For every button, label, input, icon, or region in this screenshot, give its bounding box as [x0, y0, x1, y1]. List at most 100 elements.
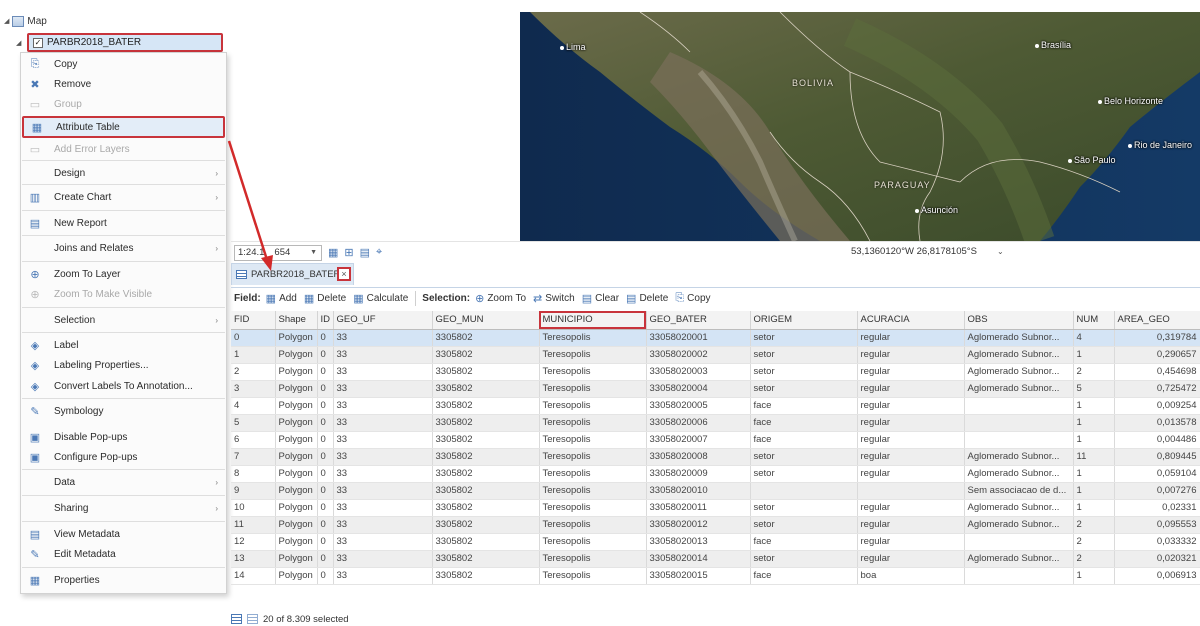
column-header-municipio[interactable]: MUNICIPIO	[539, 311, 647, 330]
table-cell-acuracia[interactable]: regular	[857, 516, 965, 534]
table-cell-acuracia[interactable]	[857, 482, 965, 500]
table-cell-num[interactable]: 2	[1073, 533, 1115, 551]
table-cell-shape[interactable]: Polygon	[275, 533, 318, 551]
table-row[interactable]: 2 Polygon 0 33 3305802 Teresopolis 33058020003…	[231, 363, 1200, 381]
table-cell-shape[interactable]: Polygon	[275, 346, 318, 364]
table-cell-obs[interactable]	[964, 533, 1074, 551]
column-header-origem[interactable]: ORIGEM	[750, 311, 858, 330]
table-cell-fid[interactable]: 2	[231, 363, 276, 381]
table-cell-area-geo[interactable]: 0,006913	[1114, 567, 1200, 585]
menu-item-joins-and-relates[interactable]: Joins and Relates ›	[22, 237, 225, 259]
table-cell-geo-bater[interactable]: 33058020004	[646, 380, 751, 398]
table-cell-acuracia[interactable]: regular	[857, 380, 965, 398]
table-cell-acuracia[interactable]: regular	[857, 346, 965, 364]
table-cell-geo-mun[interactable]: 3305802	[432, 482, 540, 500]
table-cell-municipio[interactable]: Teresopolis	[539, 363, 647, 381]
table-cell-shape[interactable]: Polygon	[275, 380, 318, 398]
table-cell-id[interactable]: 0	[317, 448, 334, 466]
table-cell-fid[interactable]: 0	[231, 329, 276, 347]
table-cell-obs[interactable]	[964, 414, 1074, 432]
table-cell-acuracia[interactable]: regular	[857, 533, 965, 551]
table-cell-geo-bater[interactable]: 33058020013	[646, 533, 751, 551]
table-cell-acuracia[interactable]: regular	[857, 363, 965, 381]
table-cell-geo-mun[interactable]: 3305802	[432, 448, 540, 466]
table-cell-geo-mun[interactable]: 3305802	[432, 431, 540, 449]
table-cell-origem[interactable]: setor	[750, 499, 858, 517]
table-cell-fid[interactable]: 11	[231, 516, 276, 534]
menu-item-new-report[interactable]: ▤ New Report	[22, 212, 225, 234]
snapping-icon[interactable]: ⌖	[376, 246, 382, 259]
table-cell-acuracia[interactable]: regular	[857, 465, 965, 483]
table-cell-shape[interactable]: Polygon	[275, 567, 318, 585]
table-cell-area-geo[interactable]: 0,290657	[1114, 346, 1200, 364]
table-cell-obs[interactable]: Aglomerado Subnor...	[964, 550, 1074, 568]
menu-item-zoom-to-layer[interactable]: ⊕ Zoom To Layer	[22, 263, 225, 285]
close-icon[interactable]: ×	[337, 267, 351, 281]
table-cell-geo-bater[interactable]: 33058020006	[646, 414, 751, 432]
table-cell-fid[interactable]: 14	[231, 567, 276, 585]
table-cell-shape[interactable]: Polygon	[275, 465, 318, 483]
table-cell-fid[interactable]: 7	[231, 448, 276, 466]
table-cell-id[interactable]: 0	[317, 482, 334, 500]
table-cell-shape[interactable]: Polygon	[275, 499, 318, 517]
table-cell-num[interactable]: 2	[1073, 516, 1115, 534]
table-cell-area-geo[interactable]: 0,02331	[1114, 499, 1200, 517]
table-cell-municipio[interactable]: Teresopolis	[539, 380, 647, 398]
table-cell-geo-uf[interactable]: 33	[333, 414, 433, 432]
table-cell-num[interactable]: 1	[1073, 567, 1115, 585]
table-cell-geo-mun[interactable]: 3305802	[432, 550, 540, 568]
map-tree-node[interactable]: ◢ Map	[4, 13, 47, 29]
table-row[interactable]: 11 Polygon 0 33 3305802 Teresopolis 3305802001…	[231, 516, 1200, 534]
table-cell-geo-mun[interactable]: 3305802	[432, 397, 540, 415]
table-cell-municipio[interactable]: Teresopolis	[539, 431, 647, 449]
table-cell-origem[interactable]: face	[750, 567, 858, 585]
table-cell-area-geo[interactable]: 0,809445	[1114, 448, 1200, 466]
table-cell-id[interactable]: 0	[317, 533, 334, 551]
table-cell-municipio[interactable]: Teresopolis	[539, 465, 647, 483]
table-cell-origem[interactable]: face	[750, 414, 858, 432]
table-cell-obs[interactable]: Aglomerado Subnor...	[964, 329, 1074, 347]
copy-selection-button[interactable]: ⎘ Copy	[675, 292, 710, 305]
table-cell-acuracia[interactable]: regular	[857, 499, 965, 517]
table-cell-geo-uf[interactable]: 33	[333, 499, 433, 517]
table-cell-geo-bater[interactable]: 33058020007	[646, 431, 751, 449]
chevron-down-icon[interactable]: ▼	[310, 246, 317, 260]
table-cell-id[interactable]: 0	[317, 499, 334, 517]
table-cell-fid[interactable]: 13	[231, 550, 276, 568]
table-cell-shape[interactable]: Polygon	[275, 482, 318, 500]
table-cell-shape[interactable]: Polygon	[275, 448, 318, 466]
table-cell-area-geo[interactable]: 0,007276	[1114, 482, 1200, 500]
table-cell-origem[interactable]: setor	[750, 329, 858, 347]
table-cell-obs[interactable]: Aglomerado Subnor...	[964, 448, 1074, 466]
table-cell-shape[interactable]: Polygon	[275, 397, 318, 415]
table-cell-geo-uf[interactable]: 33	[333, 533, 433, 551]
menu-item-selection[interactable]: Selection ›	[22, 309, 225, 331]
table-cell-id[interactable]: 0	[317, 567, 334, 585]
table-cell-fid[interactable]: 9	[231, 482, 276, 500]
table-cell-obs[interactable]	[964, 431, 1074, 449]
expand-triangle-icon[interactable]: ◢	[4, 17, 9, 25]
table-cell-geo-mun[interactable]: 3305802	[432, 346, 540, 364]
table-cell-fid[interactable]: 4	[231, 397, 276, 415]
table-cell-num[interactable]: 4	[1073, 329, 1115, 347]
table-cell-area-geo[interactable]: 0,009254	[1114, 397, 1200, 415]
table-cell-municipio[interactable]: Teresopolis	[539, 533, 647, 551]
zoom-to-selection-button[interactable]: ⊕ Zoom To	[475, 292, 526, 305]
table-cell-id[interactable]: 0	[317, 329, 334, 347]
menu-item-attribute-table[interactable]: ▦ Attribute Table	[22, 116, 225, 138]
table-cell-acuracia[interactable]: boa	[857, 567, 965, 585]
table-cell-geo-bater[interactable]: 33058020003	[646, 363, 751, 381]
table-cell-acuracia[interactable]: regular	[857, 397, 965, 415]
table-icon[interactable]: ▤	[360, 246, 370, 259]
table-cell-origem[interactable]: setor	[750, 550, 858, 568]
table-cell-geo-uf[interactable]: 33	[333, 567, 433, 585]
table-cell-shape[interactable]: Polygon	[275, 516, 318, 534]
menu-item-properties[interactable]: ▦ Properties	[22, 569, 225, 591]
menu-item-labeling-properties[interactable]: ◈ Labeling Properties...	[22, 354, 225, 376]
table-cell-geo-bater[interactable]: 33058020014	[646, 550, 751, 568]
table-row[interactable]: 12 Polygon 0 33 3305802 Teresopolis 3305802001…	[231, 533, 1200, 551]
collapse-triangle-icon[interactable]: ◢	[16, 39, 21, 47]
table-cell-id[interactable]: 0	[317, 465, 334, 483]
map-view[interactable]: BOLIVIA PARAGUAY Lima Brasília Belo Hori…	[520, 12, 1200, 241]
table-cell-obs[interactable]: Aglomerado Subnor...	[964, 499, 1074, 517]
